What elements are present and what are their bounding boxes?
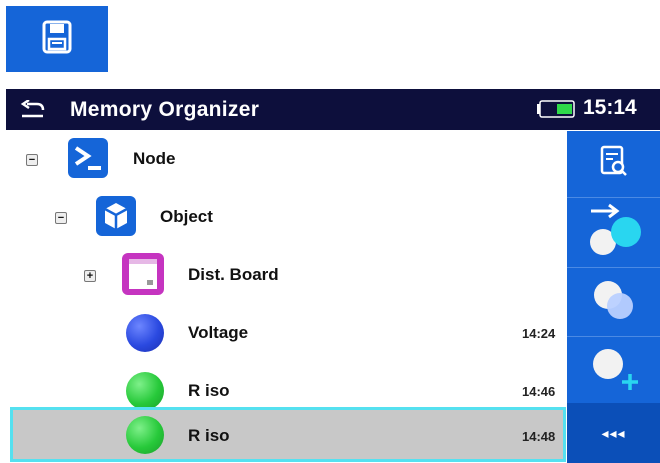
tree-row-node[interactable]: − Node — [0, 130, 566, 188]
expand-icon[interactable]: + — [84, 270, 96, 282]
measurement-ball-green-icon — [126, 372, 164, 410]
measurement-time: 14:24 — [522, 326, 556, 341]
tree-row-label: R iso — [188, 381, 230, 400]
measurement-time: 14:46 — [522, 384, 556, 399]
tree-row-riso-selected[interactable]: R iso 14:48 — [10, 407, 566, 462]
battery-icon — [536, 100, 576, 118]
title-bar: Memory Organizer 15:14 — [6, 89, 660, 130]
tree-row-label: Node — [133, 149, 176, 168]
document-search-icon — [599, 145, 629, 184]
tree-row-object[interactable]: − Object — [0, 188, 566, 246]
add-measurement-button[interactable] — [567, 337, 660, 403]
clone-balls-icon — [586, 276, 642, 329]
tree-row-dist-board[interactable]: + Dist. Board — [0, 246, 566, 304]
start-test-icon — [581, 202, 647, 263]
memory-tree: − Node − Object + Dist. Board Voltage 14… — [0, 130, 566, 463]
measurement-time: 14:48 — [522, 429, 556, 444]
page-title: Memory Organizer — [70, 97, 260, 121]
distribution-board-icon — [122, 253, 164, 295]
more-arrows-icon: ◂◂◂ — [601, 424, 626, 441]
view-results-button[interactable] — [567, 131, 660, 197]
tree-row-label: Dist. Board — [188, 265, 279, 284]
collapse-icon[interactable]: − — [55, 212, 67, 224]
tree-row-voltage[interactable]: Voltage 14:24 — [0, 304, 566, 362]
more-options-button[interactable]: ◂◂◂ — [567, 403, 660, 463]
measurement-ball-green-icon — [126, 416, 164, 454]
side-toolbar: ◂◂◂ — [567, 131, 660, 463]
back-arrow-icon[interactable] — [10, 89, 56, 130]
start-test-button[interactable] — [567, 198, 660, 267]
floppy-disk-icon — [42, 20, 72, 59]
tree-row-label: Object — [160, 207, 213, 226]
tree-row-label: R iso — [188, 426, 230, 445]
node-terminal-icon — [68, 138, 108, 178]
tree-row-label: Voltage — [188, 323, 249, 342]
object-cube-icon — [96, 196, 136, 236]
add-ball-icon — [586, 342, 642, 399]
collapse-icon[interactable]: − — [26, 154, 38, 166]
measurement-ball-blue-icon — [126, 314, 164, 352]
clone-button[interactable] — [567, 268, 660, 336]
save-button[interactable] — [6, 6, 108, 72]
clock: 15:14 — [583, 96, 637, 119]
